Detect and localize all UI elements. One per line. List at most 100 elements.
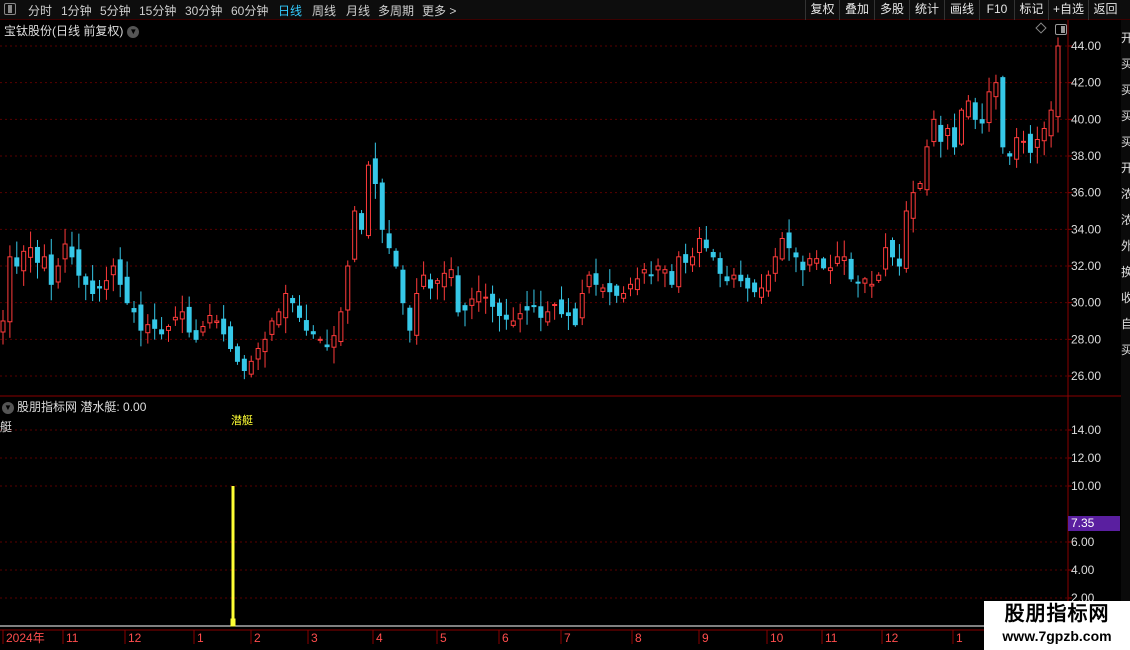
- period-tab[interactable]: 15分钟: [139, 2, 176, 19]
- candle-body: [765, 274, 771, 292]
- time-tick-label: 12: [128, 631, 142, 645]
- strip-label: 浓: [1121, 213, 1130, 227]
- candle-body: [297, 305, 303, 318]
- candle-body: [407, 307, 413, 331]
- candle-body: [152, 319, 158, 329]
- indicator-source[interactable]: 股朋指标网: [17, 400, 77, 414]
- panel-toggle-icon[interactable]: [4, 3, 16, 15]
- candle-body: [421, 274, 427, 287]
- candle-body: [503, 314, 509, 320]
- candle-body: [834, 256, 840, 264]
- period-tab[interactable]: 月线: [346, 2, 370, 19]
- candle-body: [131, 308, 137, 313]
- candle-body: [283, 293, 289, 319]
- indicator-layer: [0, 486, 1068, 627]
- candle-body: [262, 338, 268, 353]
- mark-button[interactable]: 标记: [1014, 0, 1048, 20]
- f10-button[interactable]: F10: [979, 0, 1014, 20]
- candle-body: [352, 210, 358, 260]
- candle-body: [76, 249, 82, 276]
- stock-title: 宝钛股份(日线 前复权): [4, 24, 124, 38]
- candle-body: [627, 283, 633, 290]
- watermark-url: www.7gpzb.com: [1002, 628, 1112, 644]
- statistics-button[interactable]: 统计: [909, 0, 944, 20]
- chevron-down-icon[interactable]: ▼: [127, 25, 140, 38]
- period-tab[interactable]: 多周期: [378, 2, 414, 19]
- candle-body: [752, 282, 758, 293]
- candle-body: [814, 258, 820, 264]
- strip-label: 买: [1121, 343, 1130, 357]
- chevron-down-icon[interactable]: ▼: [2, 401, 14, 414]
- candle-body: [641, 269, 647, 274]
- candle-body: [241, 358, 247, 372]
- overlay-button[interactable]: 叠加: [839, 0, 874, 20]
- candle-body: [600, 287, 606, 292]
- candle-body: [876, 274, 882, 281]
- candle-body: [221, 318, 227, 335]
- candle-body: [683, 254, 689, 263]
- candle-body: [579, 293, 585, 319]
- panel-expand-icon[interactable]: [1055, 24, 1067, 35]
- candle-body: [69, 246, 75, 258]
- period-tab[interactable]: 周线: [312, 2, 336, 19]
- candle-body: [359, 213, 365, 230]
- price-tick-label: 36.00: [1071, 186, 1101, 200]
- candle-body: [821, 258, 827, 269]
- candle-body: [1041, 128, 1047, 142]
- candle-body: [48, 254, 54, 285]
- candle-body: [827, 267, 833, 272]
- back-button[interactable]: 返回: [1088, 0, 1122, 20]
- candle-body: [276, 311, 282, 326]
- more-periods-button[interactable]: 更多 >: [422, 2, 456, 19]
- candle-body: [1048, 109, 1054, 137]
- period-tab[interactable]: 60分钟: [231, 2, 268, 19]
- candle-body: [172, 316, 178, 321]
- candle-body: [703, 239, 709, 249]
- candle-body: [1055, 45, 1061, 118]
- time-tick-label: 7: [564, 631, 571, 645]
- add-watchlist-button[interactable]: +自选: [1048, 0, 1088, 20]
- candle-body: [1027, 133, 1033, 153]
- candle-body: [55, 265, 61, 283]
- candle-body: [179, 311, 185, 320]
- time-tick-label: 8: [635, 631, 642, 645]
- time-tick-label: 1: [197, 631, 204, 645]
- candle-body: [21, 250, 27, 272]
- candle-body: [572, 308, 578, 326]
- period-tab[interactable]: 30分钟: [185, 2, 222, 19]
- draw-line-button[interactable]: 画线: [944, 0, 979, 20]
- period-tab[interactable]: 1分钟: [61, 2, 92, 19]
- candle-body: [124, 276, 130, 304]
- candle-body: [7, 256, 13, 323]
- candle-body: [993, 82, 999, 98]
- period-tab[interactable]: 5分钟: [100, 2, 131, 19]
- candle-body: [14, 257, 20, 267]
- candle-body: [1034, 139, 1040, 148]
- price-tick-label: 26.00: [1071, 369, 1101, 383]
- period-tab[interactable]: 分时: [28, 2, 52, 19]
- time-tick-label: 1: [956, 631, 963, 645]
- candle-body: [331, 335, 337, 348]
- candle-body: [710, 251, 716, 258]
- candle-body: [662, 269, 668, 274]
- adjust-button[interactable]: 复权: [805, 0, 839, 20]
- strip-label: 浓: [1121, 187, 1130, 201]
- chart-canvas[interactable]: 44.0042.0040.0038.0036.0034.0032.0030.00…: [0, 0, 1130, 650]
- strip-label: 买: [1121, 83, 1130, 97]
- period-tab-daily[interactable]: 日线: [278, 2, 302, 19]
- candle-body: [138, 304, 144, 331]
- candle-body: [414, 293, 420, 336]
- candle-body: [538, 306, 544, 318]
- candle-body: [738, 274, 744, 282]
- candle-body: [462, 305, 468, 311]
- candle-body: [607, 283, 613, 293]
- strip-label: 买: [1121, 135, 1130, 149]
- candle-body: [214, 320, 220, 323]
- candle-body: [393, 250, 399, 267]
- candle-body: [62, 243, 68, 260]
- multi-stock-button[interactable]: 多股: [874, 0, 909, 20]
- candle-body: [924, 146, 930, 191]
- candle-body: [117, 259, 123, 285]
- indicator-axis-layer: 14.0012.0010.006.004.002.00: [1068, 423, 1101, 605]
- indicator-header: ▼ 股朋指标网 潜水艇: 0.00: [2, 398, 146, 415]
